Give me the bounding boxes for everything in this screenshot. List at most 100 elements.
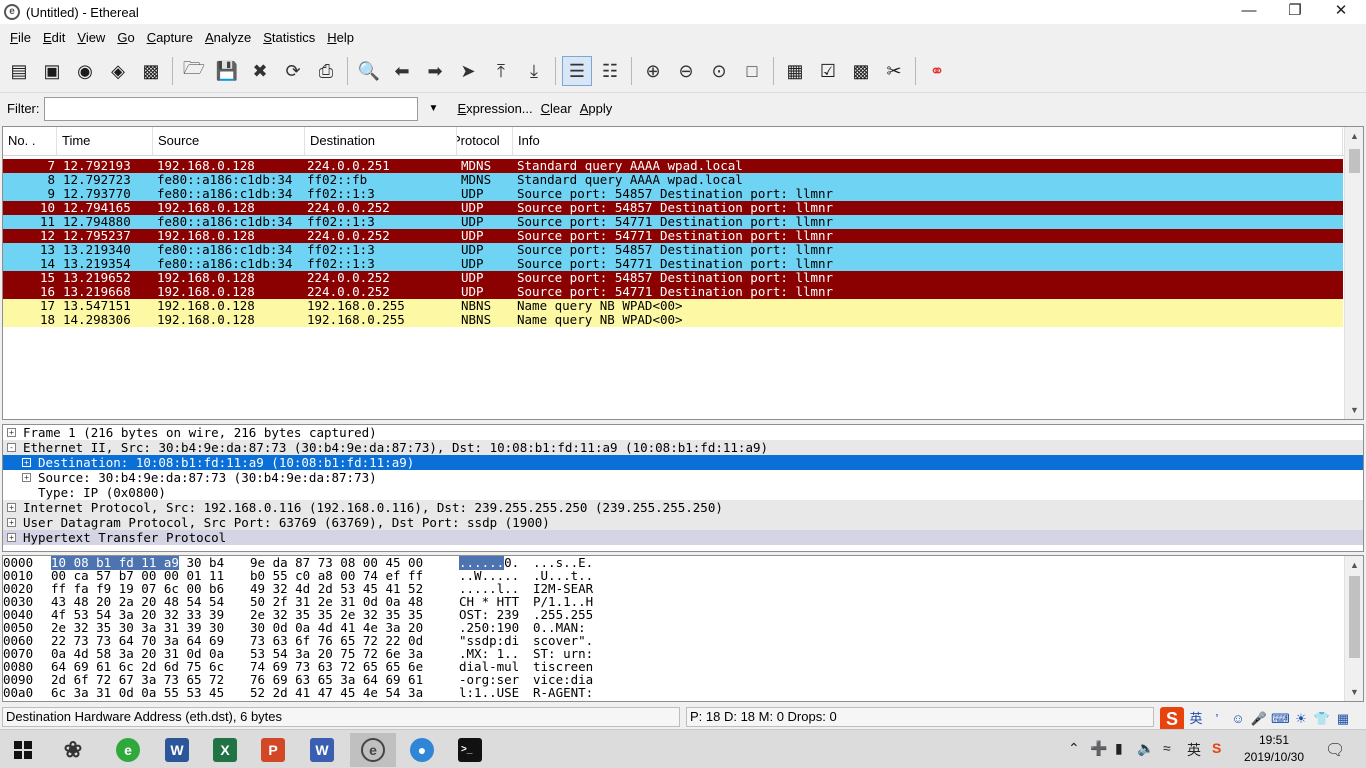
go-first-icon[interactable]: ⤒ xyxy=(486,56,516,86)
packet-row[interactable]: 12 12.795237 192.168.0.128 224.0.0.252 UDP So… xyxy=(3,229,1343,243)
punctuation-icon[interactable]: ’ xyxy=(1208,710,1226,728)
collapse-icon[interactable]: - xyxy=(7,443,16,452)
coloring-rules-icon[interactable]: ▩ xyxy=(846,56,876,86)
detail-row[interactable]: + Internet Protocol, Src: 192.168.0.116 (… xyxy=(3,500,1363,515)
scroll-thumb[interactable] xyxy=(1349,576,1360,658)
volume-icon[interactable]: 🔈 xyxy=(1137,740,1154,757)
packet-row[interactable]: 9 12.793770 fe80::a186:c1db:34 ff02::1:3 UDP… xyxy=(3,187,1343,201)
zoom-out-icon[interactable]: ⊖ xyxy=(671,56,701,86)
display-filters-icon[interactable]: ☑ xyxy=(813,56,843,86)
excel-icon[interactable]: X xyxy=(202,733,248,767)
bytes-scrollbar[interactable]: ▲ ▼ xyxy=(1344,556,1363,701)
tray-plus-icon[interactable]: ➕ xyxy=(1090,740,1107,757)
interface-list-icon[interactable]: ▤ xyxy=(4,56,34,86)
menu-go[interactable]: Go xyxy=(111,30,140,45)
packet-list-scrollbar[interactable]: ▲ ▼ xyxy=(1344,127,1363,419)
scroll-down-icon[interactable]: ▼ xyxy=(1345,683,1363,701)
go-back-icon[interactable]: ⬅ xyxy=(387,56,417,86)
minimize-icon[interactable]: — xyxy=(1226,0,1272,24)
column-header-source[interactable]: Source xyxy=(153,127,305,155)
scroll-down-icon[interactable]: ▼ xyxy=(1345,401,1363,419)
expand-icon[interactable]: + xyxy=(22,458,31,467)
grid-menu-icon[interactable]: ▦ xyxy=(1334,710,1352,728)
detail-row[interactable]: + Destination: 10:08:b1:fd:11:a9 (10:08:b… xyxy=(3,455,1363,470)
expand-icon[interactable]: + xyxy=(7,518,16,527)
browser-360-icon[interactable]: e xyxy=(105,733,151,767)
packet-row[interactable]: 16 13.219668 192.168.0.128 224.0.0.252 UDP So… xyxy=(3,285,1343,299)
menu-view[interactable]: View xyxy=(71,30,111,45)
restore-icon[interactable]: ❐ xyxy=(1272,0,1318,24)
microphone-icon[interactable]: 🎤 xyxy=(1250,710,1268,728)
go-last-icon[interactable]: ⤓ xyxy=(519,56,549,86)
reload-icon[interactable]: ⟳ xyxy=(278,56,308,86)
detail-row[interactable]: Type: IP (0x0800) xyxy=(3,485,1363,500)
detail-row[interactable]: + User Datagram Protocol, Src Port: 63769… xyxy=(3,515,1363,530)
expand-icon[interactable]: + xyxy=(7,428,16,437)
start-capture-icon[interactable]: ◉ xyxy=(70,56,100,86)
apply-button[interactable]: Apply xyxy=(580,101,613,116)
preferences-icon[interactable]: ✂ xyxy=(879,56,909,86)
powerpoint-icon[interactable]: P xyxy=(250,733,296,767)
autoscroll-icon[interactable]: ☷ xyxy=(595,56,625,86)
column-header-info[interactable]: Info xyxy=(513,127,1343,155)
chevron-down-icon[interactable]: ▼ xyxy=(424,103,444,114)
tray-language[interactable]: 英 xyxy=(1187,740,1201,760)
help-icon[interactable]: ⚭ xyxy=(922,56,952,86)
skin-icon[interactable]: ☀ xyxy=(1292,710,1310,728)
detail-row[interactable]: - Ethernet II, Src: 30:b4:9e:da:87:73 (30… xyxy=(3,440,1363,455)
sogou-logo-icon[interactable]: S xyxy=(1160,707,1184,731)
ime-language-toggle[interactable]: 英 xyxy=(1187,710,1205,728)
detail-row[interactable]: + Source: 30:b4:9e:da:87:73 (30:b4:9e:da:… xyxy=(3,470,1363,485)
zoom-in-icon[interactable]: ⊕ xyxy=(638,56,668,86)
packet-row[interactable]: 14 13.219354 fe80::a186:c1db:34 ff02::1:3 UD… xyxy=(3,257,1343,271)
menu-help[interactable]: Help xyxy=(321,30,360,45)
chevron-up-icon[interactable]: ⌃ xyxy=(1068,740,1080,757)
column-header-protocol[interactable]: Protocol xyxy=(457,127,513,155)
clear-button[interactable]: Clear xyxy=(541,101,572,116)
ethereal-taskbar-icon[interactable]: e xyxy=(350,733,396,767)
packet-row[interactable]: 7 12.792193 192.168.0.128 224.0.0.251 MDNS St… xyxy=(3,159,1343,173)
column-header-destination[interactable]: Destination xyxy=(305,127,457,155)
wifi-icon[interactable]: ≈ xyxy=(1163,740,1171,756)
menu-analyze[interactable]: Analyze xyxy=(199,30,257,45)
print-icon[interactable]: ⎙ xyxy=(311,56,341,86)
scroll-up-icon[interactable]: ▲ xyxy=(1345,556,1363,574)
system-clock[interactable]: 19:51 2019/10/30 xyxy=(1238,732,1310,766)
windows-start-icon[interactable] xyxy=(0,733,46,767)
detail-row[interactable]: + Hypertext Transfer Protocol xyxy=(3,530,1363,545)
battery-icon[interactable]: ▮ xyxy=(1115,740,1123,757)
save-icon[interactable]: 💾 xyxy=(212,56,242,86)
packet-row[interactable]: 11 12.794880 fe80::a186:c1db:34 ff02::1:3 UD… xyxy=(3,215,1343,229)
close-icon[interactable]: ✕ xyxy=(1318,0,1364,24)
go-forward-icon[interactable]: ➡ xyxy=(420,56,450,86)
scroll-thumb[interactable] xyxy=(1349,149,1360,173)
expression-button[interactable]: Expression... xyxy=(458,101,533,116)
expand-icon[interactable]: + xyxy=(7,503,16,512)
terminal-icon[interactable]: >_ xyxy=(447,733,493,767)
expand-icon[interactable]: + xyxy=(7,533,16,542)
find-packet-icon[interactable]: 🔍 xyxy=(354,56,384,86)
resize-columns-icon[interactable]: □ xyxy=(737,56,767,86)
emoji-icon[interactable]: ☺ xyxy=(1229,710,1247,728)
menu-capture[interactable]: Capture xyxy=(141,30,199,45)
toolbox-icon[interactable]: 👕 xyxy=(1313,710,1331,728)
keyboard-icon[interactable]: ⌨ xyxy=(1271,710,1290,728)
word-icon[interactable]: W xyxy=(154,733,200,767)
menu-statistics[interactable]: Statistics xyxy=(257,30,321,45)
colorize-icon[interactable]: ☰ xyxy=(562,56,592,86)
expand-icon[interactable]: + xyxy=(22,473,31,482)
capture-options-icon[interactable]: ▣ xyxy=(37,56,67,86)
open-icon[interactable]: 🗁 xyxy=(179,56,209,86)
notification-icon[interactable]: 🗨 xyxy=(1325,740,1345,760)
word-alt-icon[interactable]: W xyxy=(299,733,345,767)
detail-row[interactable]: + Frame 1 (216 bytes on wire, 216 bytes c… xyxy=(3,425,1363,440)
pinwheel-app-icon[interactable]: ❀ xyxy=(50,733,96,767)
packet-row[interactable]: 18 14.298306 192.168.0.128 192.168.0.255 NBN… xyxy=(3,313,1343,327)
menu-edit[interactable]: Edit xyxy=(37,30,71,45)
packet-row[interactable]: 8 12.792723 fe80::a186:c1db:34 ff02::fb MDNS… xyxy=(3,173,1343,187)
go-to-packet-icon[interactable]: ➤ xyxy=(453,56,483,86)
packet-row[interactable]: 13 13.219340 fe80::a186:c1db:34 ff02::1:3 UD… xyxy=(3,243,1343,257)
stop-capture-icon[interactable]: ◈ xyxy=(103,56,133,86)
close-file-icon[interactable]: ✖ xyxy=(245,56,275,86)
earth-browser-icon[interactable]: ● xyxy=(399,733,445,767)
